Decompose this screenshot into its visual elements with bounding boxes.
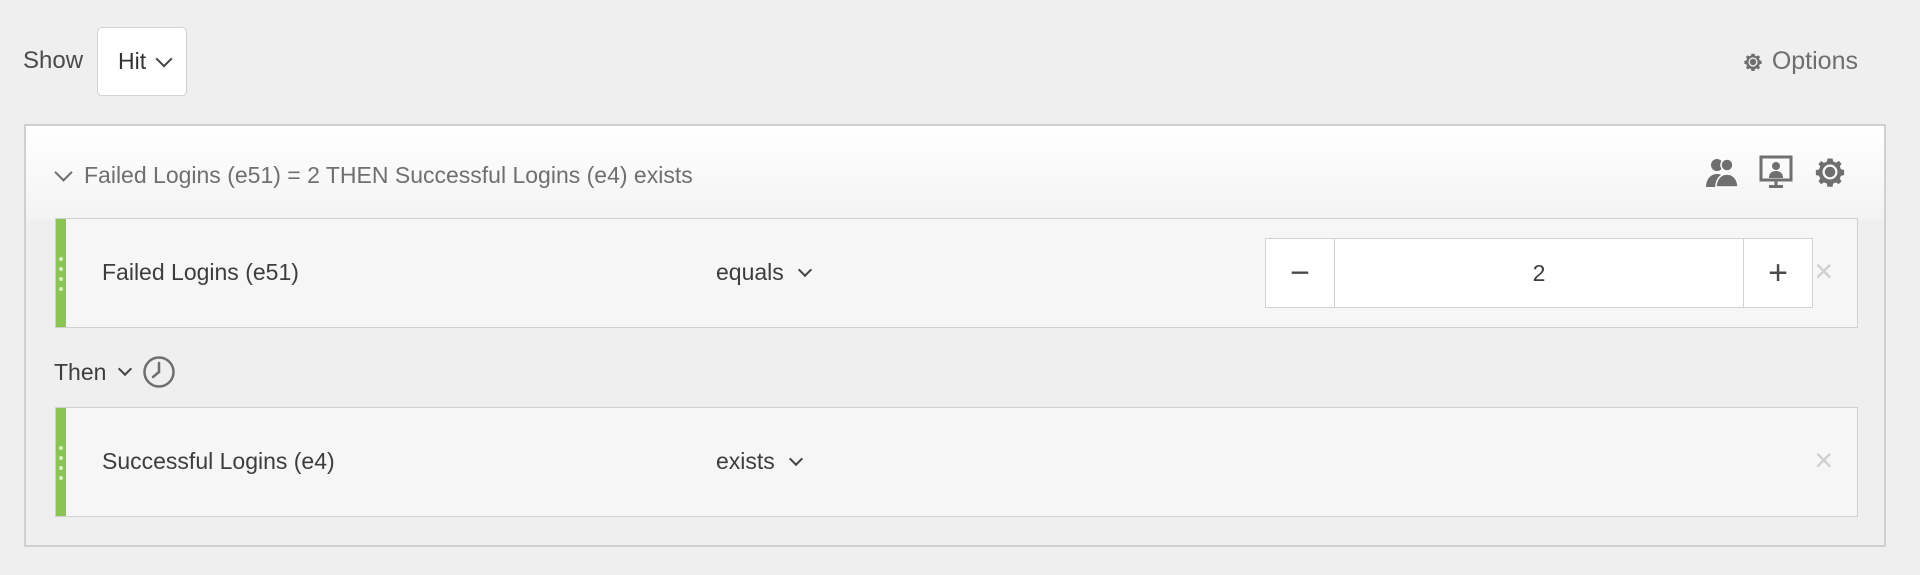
rule-dimension-name: Successful Logins (e4)	[102, 448, 335, 474]
remove-rule-button[interactable]: ×	[1814, 255, 1833, 287]
decrement-button[interactable]: −	[1266, 239, 1335, 307]
clock-icon[interactable]	[142, 355, 176, 389]
chevron-down-icon	[54, 163, 73, 182]
rule-row: Failed Logins (e51) equals − 2 + ×	[55, 218, 1858, 328]
value-field[interactable]: 2	[1335, 239, 1743, 307]
grip-dots-icon	[59, 257, 63, 291]
chevron-down-icon	[797, 262, 812, 277]
header-icons	[1704, 154, 1848, 190]
presentation-icon[interactable]	[1758, 154, 1794, 190]
operator-label: equals	[716, 259, 784, 285]
operator-dropdown[interactable]: exists	[716, 448, 803, 475]
show-dropdown-value: Hit	[118, 48, 147, 74]
value-stepper: − 2 +	[1265, 238, 1813, 308]
sequence-container: Failed Logins (e51) = 2 THEN Successful …	[24, 124, 1886, 547]
operator-label: exists	[716, 448, 775, 474]
then-dropdown[interactable]: Then	[54, 358, 133, 386]
chevron-down-icon	[155, 50, 173, 67]
operator-dropdown[interactable]: equals	[716, 259, 812, 286]
remove-rule-button[interactable]: ×	[1814, 444, 1833, 476]
people-icon[interactable]	[1704, 154, 1740, 190]
options-label: Options	[1771, 47, 1858, 75]
then-row: Then	[54, 352, 176, 392]
increment-button[interactable]: +	[1743, 239, 1812, 307]
summary-toggle[interactable]: Failed Logins (e51) = 2 THEN Successful …	[54, 162, 693, 189]
container-header: Failed Logins (e51) = 2 THEN Successful …	[26, 126, 1884, 220]
grip-dots-icon	[59, 446, 63, 480]
rule-dimension-name: Failed Logins (e51)	[102, 259, 299, 285]
then-label: Then	[54, 358, 107, 385]
chevron-down-icon	[118, 361, 133, 377]
top-toolbar: Show Hit Options	[0, 0, 1920, 120]
chevron-down-icon	[788, 451, 803, 466]
gear-icon	[1744, 53, 1762, 71]
gear-icon[interactable]	[1812, 154, 1848, 190]
show-dropdown[interactable]: Hit	[97, 27, 187, 96]
summary-text: Failed Logins (e51) = 2 THEN Successful …	[84, 162, 693, 188]
rule-row: Successful Logins (e4) exists ×	[55, 407, 1858, 517]
options-button[interactable]: Options	[1742, 47, 1858, 76]
show-label: Show	[23, 47, 84, 74]
